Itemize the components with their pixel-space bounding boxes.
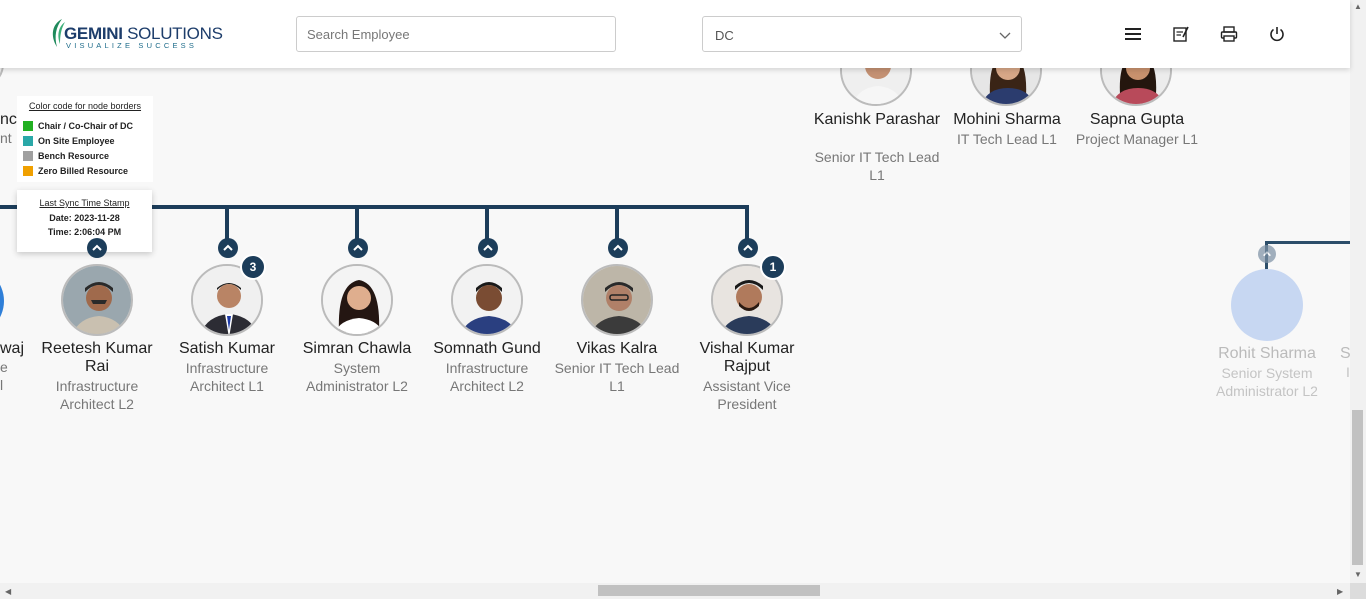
employee-name: Vikas Kalra: [576, 340, 658, 357]
employee-name: Rohit Sharma: [1218, 345, 1316, 362]
chevron-down-icon: [999, 32, 1011, 39]
employee-name: Somnath Gund: [433, 340, 541, 357]
row-connector-vertical-3: [355, 205, 359, 240]
scroll-up-arrow-icon[interactable]: ▲: [1354, 2, 1362, 11]
partial-left-name: nc: [0, 111, 17, 128]
gemini-solutions-logo[interactable]: GEMINI SOLUTIONS VISUALIZE SUCCESS: [48, 18, 223, 50]
row-connector-vertical-2: [225, 205, 229, 240]
employee-designation: IT Tech Lead L1: [957, 131, 1057, 147]
chevron-up-icon: [92, 244, 102, 251]
department-selected-value: DC: [715, 28, 734, 43]
legend-swatch: [23, 150, 33, 161]
scroll-right-arrow-icon[interactable]: ▶: [1337, 587, 1343, 596]
direct-reports-count-badge: 3: [240, 254, 266, 280]
employee-designation: System Administrator L2: [306, 360, 408, 394]
chevron-up-icon: [1263, 251, 1271, 257]
employee-designation: Infrastructure Architect L1: [185, 360, 269, 394]
employee-designation: Senior System Administrator L2: [1216, 365, 1318, 399]
chevron-up-icon: [743, 244, 753, 251]
employee-name: Reetesh Kumar Rai: [41, 340, 153, 375]
legend-item: Chair / Co-Chair of DC: [23, 118, 147, 133]
partial-left-designation: nt: [0, 130, 12, 146]
collapse-toggle[interactable]: [348, 238, 368, 258]
notes-icon[interactable]: [1171, 24, 1191, 44]
employee-designation: Senior IT Tech Lead L1: [814, 149, 940, 183]
row-connector-vertical-6: [745, 205, 749, 240]
legend-item: On Site Employee: [23, 133, 147, 148]
menu-icon[interactable]: [1123, 24, 1143, 44]
faded-connector-horizontal: [1265, 241, 1350, 244]
direct-reports-count-badge: 1: [760, 254, 786, 280]
sync-date: Date: 2023-11-28: [49, 213, 120, 223]
partial-left-row-designation-2: l: [0, 377, 4, 393]
employee-name: Vishal Kumar Rajput: [699, 340, 795, 375]
scroll-left-arrow-icon[interactable]: ◀: [5, 587, 11, 596]
power-icon[interactable]: [1267, 24, 1287, 44]
row-connector-vertical-5: [615, 205, 619, 240]
legend-swatch: [23, 165, 33, 176]
partial-left-row-designation: e: [0, 359, 8, 375]
employee-designation: Infrastructure Architect L2: [445, 360, 529, 394]
vertical-scrollbar-thumb[interactable]: [1352, 410, 1363, 565]
department-select[interactable]: DC: [702, 16, 1022, 52]
scroll-down-arrow-icon[interactable]: ▼: [1354, 570, 1362, 579]
collapse-toggle[interactable]: [608, 238, 628, 258]
employee-name: Mohini Sharma: [953, 111, 1061, 128]
print-icon[interactable]: [1219, 24, 1239, 44]
chevron-up-icon: [223, 244, 233, 251]
employee-avatar: [581, 264, 653, 336]
search-employee-input[interactable]: [296, 16, 616, 52]
employee-name: Sapna Gupta: [1089, 111, 1185, 128]
collapse-toggle[interactable]: [218, 238, 238, 258]
employee-name: Kanishk Parashar: [813, 111, 941, 128]
scrollbar-corner: [1350, 583, 1366, 599]
last-sync-panel: Last Sync Time Stamp Date: 2023-11-28 Ti…: [17, 190, 152, 252]
partial-left-row-name: waj: [0, 340, 25, 357]
chevron-up-icon: [483, 244, 493, 251]
legend-item: Zero Billed Resource: [23, 163, 147, 178]
border-color-legend: Color code for node borders Chair / Co-C…: [17, 96, 153, 182]
collapse-toggle[interactable]: [478, 238, 498, 258]
sync-title: Last Sync Time Stamp: [39, 198, 130, 208]
employee-designation: Project Manager L1: [1075, 131, 1199, 147]
employee-avatar: [61, 264, 133, 336]
legend-swatch: [23, 120, 33, 131]
faded-toggle[interactable]: [1258, 245, 1276, 263]
sync-time: Time: 2:06:04 PM: [47, 227, 122, 237]
chevron-up-icon: [613, 244, 623, 251]
employee-name: Simran Chawla: [302, 340, 412, 357]
employee-avatar: [321, 264, 393, 336]
legend-swatch: [23, 135, 33, 146]
employee-avatar: [451, 264, 523, 336]
chevron-up-icon: [353, 244, 363, 251]
employee-designation: Assistant Vice President: [703, 378, 791, 412]
horizontal-scrollbar-thumb[interactable]: [598, 585, 820, 596]
partial-left-row-avatar: [0, 266, 4, 336]
legend-item: Bench Resource: [23, 148, 147, 163]
collapse-toggle[interactable]: [738, 238, 758, 258]
legend-title: Color code for node borders: [28, 101, 142, 111]
employee-designation: Infrastructure Architect L2: [55, 378, 139, 412]
employee-name: Satish Kumar: [178, 340, 276, 357]
employee-designation: Senior IT Tech Lead L1: [554, 360, 680, 394]
row-connector-vertical-4: [485, 205, 489, 240]
top-header: GEMINI SOLUTIONS VISUALIZE SUCCESS DC: [0, 0, 1350, 68]
employee-avatar-placeholder: [1231, 269, 1303, 341]
collapse-toggle[interactable]: [87, 238, 107, 258]
logo-tagline: VISUALIZE SUCCESS: [66, 41, 198, 50]
